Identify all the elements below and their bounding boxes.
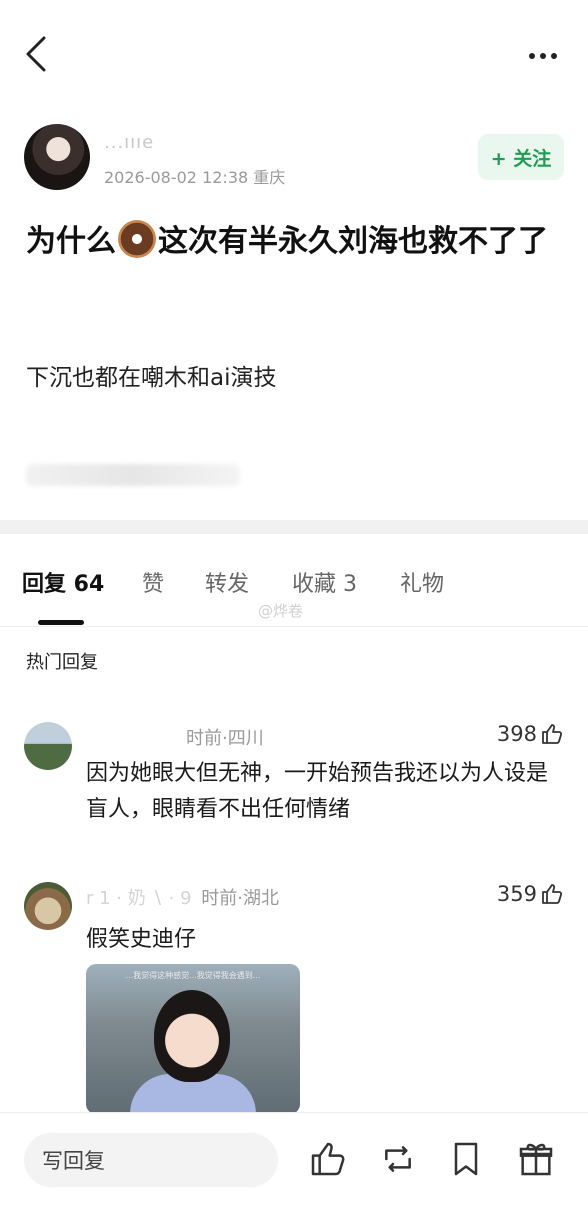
follow-button[interactable]: + 关注 [478,134,564,180]
thumbs-up-icon [542,724,563,744]
post-meta: 2026-08-02 12:38 重庆 [104,168,286,187]
tab-replies[interactable]: 回复 64 [22,566,104,598]
comment-like-count: 398 [496,722,537,746]
top-bar [0,0,588,110]
comment-time-location: 时前·湖北 [201,888,280,909]
comment-like-count: 359 [496,882,537,906]
reply-input[interactable]: 写回复 [24,1133,278,1187]
like-action-button[interactable] [308,1139,348,1179]
bottom-action-bar: 写回复 [0,1112,588,1220]
tabs-underline [0,626,588,627]
post-title-part1: 为什么 [26,224,116,259]
image-figure-face [154,990,230,1082]
author-avatar[interactable] [24,124,90,190]
tab-gifts[interactable]: 礼物 [400,566,444,598]
more-button[interactable] [526,44,566,64]
donut-emoji-icon [118,220,156,258]
thumbs-up-icon [311,1142,345,1176]
watermark: @烨卷 [258,602,304,620]
author-row: ...ıııe 2026-08-02 12:38 重庆 + 关注 [24,124,564,194]
section-divider [0,520,588,534]
repost-action-button[interactable] [378,1139,418,1179]
comment-item[interactable]: 时前·四川 398 因为她眼大但无神，一开始预告我还以为人设是盲人，眼睛看不出任… [24,722,564,842]
post-body: 下沉也都在嘲木和ai演技 [26,365,277,391]
comment-like-button[interactable]: 398 [497,722,564,746]
thumbs-up-icon [542,884,563,904]
back-button[interactable] [20,34,54,74]
comment-time-location: 时前·四川 [186,728,264,749]
comment-author[interactable]: r 1 · 奶 ∖ · 9 [86,888,192,909]
comment-avatar[interactable] [24,722,72,770]
author-name[interactable]: ...ıııe [104,132,154,153]
post-title: 为什么 这次有半永久刘海也救不了了 [26,218,566,266]
comment-item[interactable]: r 1 · 奶 ∖ · 9 时前·湖北 359 假笑史迪仔 ...我觉得这种感觉… [24,882,564,1114]
comment-avatar[interactable] [24,882,72,930]
tab-favorites[interactable]: 收藏 3 [292,566,357,598]
comment-image[interactable]: ...我觉得这种感觉...我觉得我会遇到... [86,964,300,1114]
gift-icon [519,1143,553,1176]
comment-like-button[interactable]: 359 [497,882,564,906]
hot-replies-label: 热门回复 [26,652,98,673]
repost-icon [385,1146,411,1172]
comment-meta: 时前·四川 [86,724,264,750]
comment-text: 因为她眼大但无神，一开始预告我还以为人设是盲人，眼睛看不出任何情绪 [86,761,549,822]
tab-active-indicator [38,620,84,625]
more-dots-icon [526,44,559,63]
gift-action-button[interactable] [516,1139,556,1179]
comment-meta: r 1 · 奶 ∖ · 9 时前·湖北 [86,884,279,910]
tab-bar: 回复 64 赞 转发 收藏 3 礼物 @烨卷 [0,534,588,626]
chevron-left-icon [26,36,46,72]
tab-likes[interactable]: 赞 [142,566,164,598]
image-caption: ...我觉得这种感觉...我觉得我会遇到... [125,971,261,980]
blurred-text [26,464,240,486]
bookmark-icon [454,1142,478,1176]
bookmark-action-button[interactable] [446,1139,486,1179]
tab-reposts[interactable]: 转发 [205,566,249,598]
post-title-part2: 这次有半永久刘海也救不了了 [158,224,548,259]
comment-text: 假笑史迪仔 [86,927,197,952]
